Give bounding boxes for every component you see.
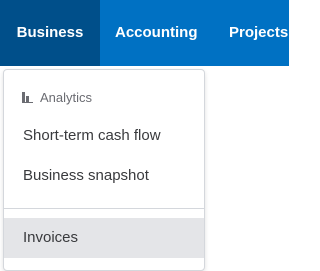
menu-divider	[4, 208, 204, 209]
nav-accounting-tab[interactable]: Accounting	[115, 0, 198, 66]
business-dropdown-menu: Analytics Short-term cash flow Business …	[3, 69, 205, 271]
analytics-section-label: Analytics	[40, 89, 93, 105]
menu-item-invoices[interactable]: Invoices	[4, 218, 204, 258]
analytics-section-header: Analytics	[22, 88, 92, 106]
menu-item-business-snapshot[interactable]: Business snapshot	[4, 156, 204, 196]
nav-business-tab[interactable]: Business	[0, 0, 100, 66]
bar-chart-icon	[22, 91, 33, 103]
menu-item-short-term-cash-flow[interactable]: Short-term cash flow	[4, 116, 204, 156]
top-navigation-bar: Business Accounting Projects	[0, 0, 289, 66]
nav-projects-tab[interactable]: Projects	[229, 0, 288, 66]
